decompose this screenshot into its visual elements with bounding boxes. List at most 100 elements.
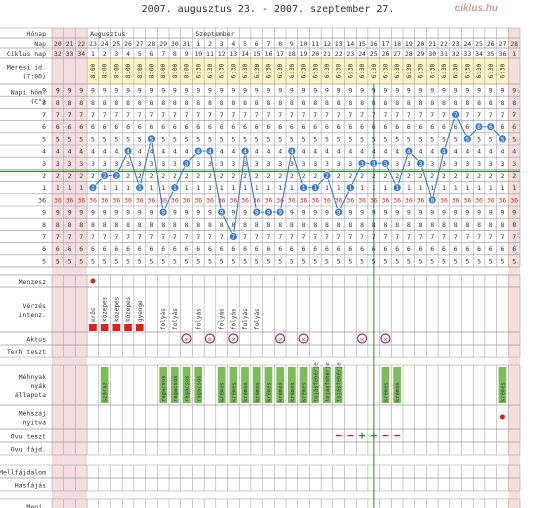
temp-grid-digit: 1: [68, 184, 72, 192]
intercourse-symbol: ✉: [232, 336, 236, 343]
temp-grid-digit: 36: [440, 196, 448, 204]
row-label-note: Megj.: [26, 503, 46, 508]
temp-grid-digit: 5: [103, 257, 107, 265]
measure-time: 6:30: [453, 63, 460, 78]
temp-grid-digit: 5: [302, 257, 306, 265]
temp-grid-digit: 5: [126, 135, 130, 143]
temp-grid-digit: 5: [325, 257, 329, 265]
temp-grid-digit: 7: [56, 111, 60, 119]
temp-grid-digit: 6: [454, 245, 458, 253]
temp-grid-digit: 4: [185, 148, 189, 156]
temp-grid-digit: 4: [278, 148, 282, 156]
temp-grid-digit: 7: [290, 111, 294, 119]
temp-grid-digit: 6: [103, 123, 107, 131]
temp-grid-digit: 8: [126, 221, 130, 229]
measure-time: 6:30: [336, 63, 343, 78]
measure-time: 6:30: [301, 63, 308, 78]
cycle-day-label: 2: [103, 50, 107, 58]
temp-scale-label: 3: [42, 160, 46, 168]
temperature-point-label: 4: [126, 149, 130, 156]
temp-grid-digit: 3: [231, 160, 235, 168]
mucus-label: krémes: [301, 382, 308, 402]
cycle-day-label: 17: [276, 50, 284, 58]
temp-grid-digit: 7: [185, 233, 189, 241]
day-label: 15: [358, 40, 366, 48]
temp-grid-digit: 7: [348, 233, 352, 241]
temp-grid-digit: 8: [465, 221, 469, 229]
temp-grid-digit: 6: [91, 245, 95, 253]
mucus-label: száraz: [102, 382, 109, 402]
temp-grid-digit: 5: [208, 135, 212, 143]
mucus-label: krémes: [230, 382, 237, 402]
temperature-point-label: 4: [196, 149, 200, 156]
cervix-dot: [499, 414, 505, 420]
temp-grid-digit: 3: [161, 160, 165, 168]
cycle-day-label: 20: [311, 50, 319, 58]
temp-grid-digit: 9: [208, 87, 212, 95]
temp-grid-digit: 5: [91, 135, 95, 143]
temp-grid-digit: 6: [185, 123, 189, 131]
temp-grid-digit: 36: [405, 196, 413, 204]
temp-grid-digit: 8: [196, 221, 200, 229]
temp-grid-digit: 6: [477, 245, 481, 253]
temp-grid-digit: 3: [173, 160, 177, 168]
day-label: 20: [417, 40, 425, 48]
temp-grid-digit: 8: [208, 221, 212, 229]
temp-grid-digit: 9: [103, 87, 107, 95]
temp-grid-digit: 5: [442, 135, 446, 143]
temp-grid-digit: 8: [360, 99, 364, 107]
bleeding-label: közepes: [102, 296, 109, 322]
temp-grid-digit: 2: [430, 172, 434, 180]
temp-grid-digit: 7: [477, 233, 481, 241]
temp-grid-digit: 6: [372, 123, 376, 131]
mucus-label: krémes: [265, 382, 272, 402]
temp-grid-digit: 3: [325, 160, 329, 168]
day-label: 1: [196, 40, 200, 48]
temp-grid-digit: 8: [313, 99, 317, 107]
temp-grid-digit: 5: [243, 257, 247, 265]
day-label: 10: [300, 40, 308, 48]
measure-time: 8:00: [137, 63, 144, 78]
temp-grid-digit: 8: [302, 221, 306, 229]
row-label-abdominal-pain: Hasfájás: [15, 482, 46, 490]
temp-grid-digit: 9: [500, 87, 504, 95]
temp-grid-digit: 9: [419, 87, 423, 95]
temp-grid-digit: 6: [138, 245, 142, 253]
day-label: 13: [335, 40, 343, 48]
temp-grid-digit: 4: [360, 148, 364, 156]
temp-grid-digit: 8: [290, 221, 294, 229]
day-label: 7: [266, 40, 270, 48]
temp-grid-digit: 7: [430, 111, 434, 119]
temp-grid-digit: 4: [173, 148, 177, 156]
temp-grid-digit: 5: [185, 257, 189, 265]
temp-grid-digit: 8: [255, 99, 259, 107]
temp-grid-digit: 4: [477, 148, 481, 156]
cycle-day-label: 7: [161, 50, 165, 58]
temp-grid-digit: 1: [360, 184, 364, 192]
temp-grid-digit: 1: [185, 184, 189, 192]
measure-time: 6:30: [499, 63, 506, 78]
temp-grid-digit: 8: [337, 221, 341, 229]
temp-grid-digit: 8: [360, 221, 364, 229]
temp-grid-digit: 5: [477, 135, 481, 143]
temp-grid-digit: 1: [489, 184, 493, 192]
temp-grid-digit: 6: [56, 123, 60, 131]
temp-grid-digit: 2: [500, 172, 504, 180]
temp-grid-digit: 8: [372, 221, 376, 229]
temp-grid-digit: 9: [419, 209, 423, 217]
cycle-day-label: 28: [405, 50, 413, 58]
row-label-intercourse: Aktus: [26, 336, 46, 344]
temp-grid-digit: 2: [243, 172, 247, 180]
temp-grid-digit: 2: [477, 172, 481, 180]
temperature-point-label: 4: [407, 149, 411, 156]
temp-grid-digit: 1: [337, 184, 341, 192]
temp-grid-digit: 8: [419, 99, 423, 107]
temp-grid-digit: 6: [454, 123, 458, 131]
temp-grid-digit: 9: [149, 209, 153, 217]
temp-grid-digit: 36: [510, 196, 518, 204]
temp-grid-digit: 3: [103, 160, 107, 168]
day-label: 22: [77, 40, 85, 48]
temp-grid-digit: 6: [243, 123, 247, 131]
spotting-label: folyás: [195, 308, 202, 330]
temperature-point-label: 1: [173, 185, 177, 192]
